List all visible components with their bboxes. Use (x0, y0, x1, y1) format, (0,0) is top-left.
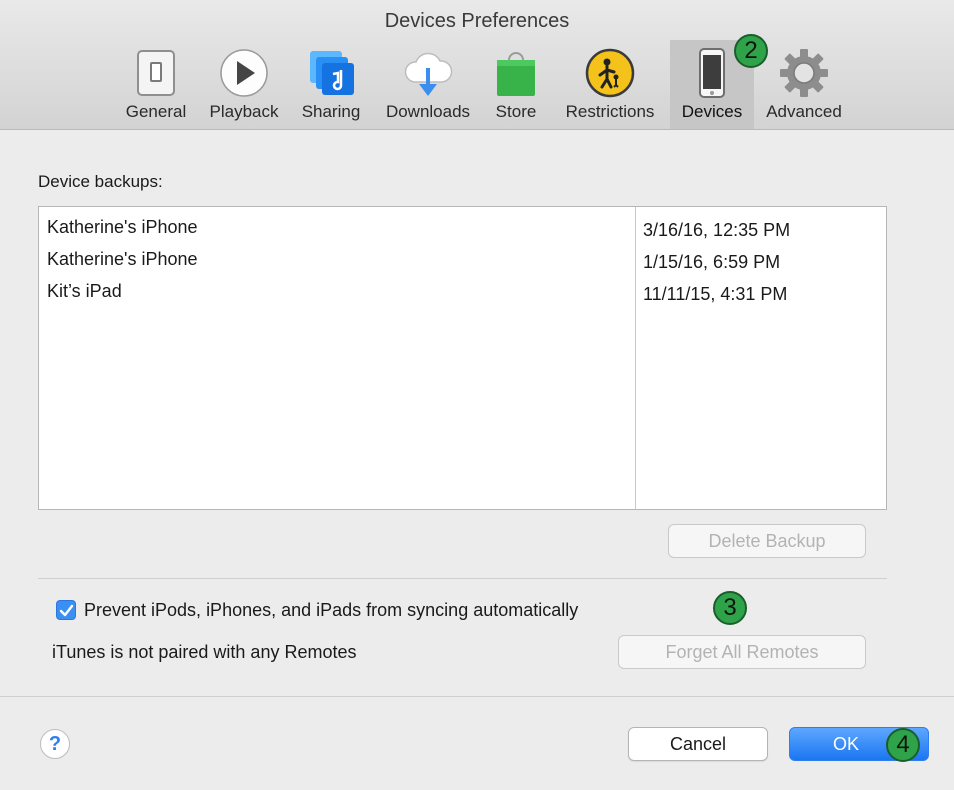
device-backups-heading: Device backups: (38, 172, 163, 191)
tab-advanced-label: Advanced (766, 102, 842, 121)
annotation-badge-2: 2 (734, 34, 768, 68)
backup-date: 1/15/16, 6:59 PM (643, 252, 781, 272)
forget-all-remotes-button[interactable]: Forget All Remotes (618, 635, 866, 669)
tab-playback[interactable]: Playback (200, 40, 288, 129)
general-switch-icon (129, 46, 183, 100)
backup-device-name: Katherine's iPhone (47, 249, 198, 269)
backup-date: 3/16/16, 12:35 PM (643, 220, 791, 240)
device-backups-table[interactable]: Katherine's iPhone 3/16/16, 12:35 PM Kat… (38, 206, 887, 510)
tab-devices-label: Devices (681, 102, 743, 121)
tab-restrictions-label: Restrictions (565, 102, 655, 121)
delete-backup-button[interactable]: Delete Backup (668, 524, 866, 558)
tab-restrictions[interactable]: Restrictions (552, 40, 668, 129)
tab-downloads[interactable]: Downloads (374, 40, 482, 129)
tab-sharing[interactable]: Sharing (292, 40, 370, 129)
remotes-status-text: iTunes is not paired with any Remotes (52, 642, 357, 662)
tab-advanced[interactable]: Advanced (756, 40, 852, 129)
tab-playback-label: Playback (209, 102, 279, 121)
table-row[interactable]: Katherine's iPhone 1/15/16, 6:59 PM (39, 243, 886, 275)
help-button[interactable]: ? (40, 729, 70, 759)
shopping-bag-icon (489, 46, 543, 100)
restrictions-icon (583, 46, 637, 100)
play-icon (217, 46, 271, 100)
preferences-toolbar: Devices Preferences General Playback Sha… (0, 0, 954, 130)
tab-downloads-label: Downloads (385, 102, 471, 121)
backup-device-name: Kit’s iPad (47, 281, 122, 301)
gear-icon (777, 46, 831, 100)
tab-general[interactable]: General (118, 40, 194, 129)
annotation-badge-4: 4 (886, 728, 920, 762)
tab-sharing-label: Sharing (301, 102, 361, 121)
cancel-button[interactable]: Cancel (628, 727, 768, 761)
backup-device-name: Katherine's iPhone (47, 217, 198, 237)
tab-store-label: Store (495, 102, 537, 121)
backup-date: 11/11/15, 4:31 PM (643, 284, 788, 304)
tab-store[interactable]: Store (486, 40, 546, 129)
phone-device-icon (685, 46, 739, 100)
prevent-sync-label[interactable]: Prevent iPods, iPhones, and iPads from s… (84, 600, 578, 621)
annotation-badge-3: 3 (713, 591, 747, 625)
preferences-window: Devices Preferences General Playback Sha… (0, 0, 954, 790)
ok-button-label: OK (832, 733, 859, 754)
sharing-music-icon (304, 46, 358, 100)
footer-divider (0, 696, 954, 697)
table-row[interactable]: Kit’s iPad 11/11/15, 4:31 PM (39, 275, 886, 307)
section-divider (38, 578, 887, 579)
table-row[interactable]: Katherine's iPhone 3/16/16, 12:35 PM (39, 211, 886, 243)
cloud-download-icon (401, 46, 455, 100)
window-title: Devices Preferences (384, 10, 570, 32)
prevent-sync-checkbox[interactable] (56, 600, 76, 620)
tab-general-label: General (125, 102, 187, 121)
